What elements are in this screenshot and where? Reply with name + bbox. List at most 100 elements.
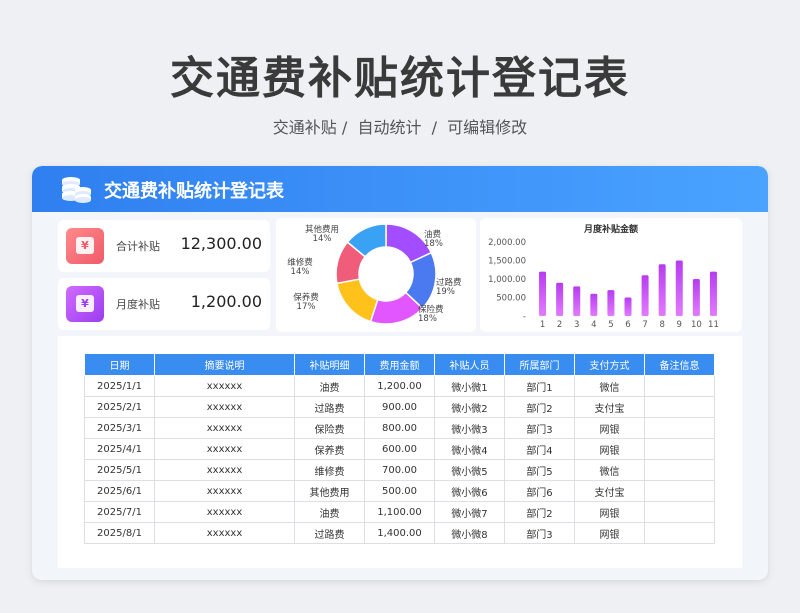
table-cell[interactable]: 微小微3 bbox=[434, 417, 505, 439]
pie-percent-label: 17% bbox=[297, 302, 316, 312]
table-cell[interactable] bbox=[644, 501, 715, 523]
table-row: 2025/3/1 xxxxxx 保险费 800.00 微小微3 部门3 网银 bbox=[84, 417, 715, 439]
table-cell[interactable]: xxxxxx bbox=[154, 438, 295, 460]
bar bbox=[675, 260, 683, 316]
table-cell[interactable]: 微信 bbox=[574, 375, 645, 397]
table-cell[interactable]: 微小微1 bbox=[434, 375, 505, 397]
table-cell[interactable]: 微信 bbox=[574, 459, 645, 481]
table-cell[interactable]: 1,100.00 bbox=[364, 501, 435, 523]
stat-total-label: 合计补贴 bbox=[116, 240, 160, 253]
table-cell[interactable]: 600.00 bbox=[364, 438, 435, 460]
table-cell[interactable]: 维修费 bbox=[294, 459, 365, 481]
table-cell[interactable]: xxxxxx bbox=[154, 417, 295, 439]
x-tick-label: 1 bbox=[540, 320, 545, 330]
table-cell[interactable]: 部门5 bbox=[504, 459, 575, 481]
x-tick-label: 2 bbox=[557, 320, 562, 330]
table-cell[interactable]: xxxxxx bbox=[154, 375, 295, 397]
table-cell[interactable]: 900.00 bbox=[364, 396, 435, 418]
table-cell[interactable]: 保险费 bbox=[294, 417, 365, 439]
yen-icon: ¥ bbox=[66, 286, 104, 322]
table-cell[interactable]: 800.00 bbox=[364, 417, 435, 439]
pie-percent-label: 19% bbox=[436, 287, 455, 297]
table-cell[interactable]: 部门3 bbox=[504, 417, 575, 439]
table-cell[interactable]: xxxxxx bbox=[154, 480, 295, 502]
column-header: 补贴明细 bbox=[294, 353, 365, 376]
table-cell[interactable]: xxxxxx bbox=[154, 459, 295, 481]
table-cell[interactable] bbox=[644, 438, 715, 460]
table-cell[interactable]: 过路费 bbox=[294, 396, 365, 418]
table-cell[interactable]: 网银 bbox=[574, 417, 645, 439]
table-cell[interactable]: 1,400.00 bbox=[364, 522, 435, 544]
table-cell[interactable]: 微小微2 bbox=[434, 396, 505, 418]
x-tick-label: 4 bbox=[591, 320, 596, 330]
table-cell[interactable]: 2025/2/1 bbox=[84, 396, 155, 418]
bar bbox=[590, 293, 598, 316]
table-cell[interactable]: 网银 bbox=[574, 438, 645, 460]
table-cell[interactable]: 部门2 bbox=[504, 501, 575, 523]
table-cell[interactable]: xxxxxx bbox=[154, 501, 295, 523]
table-cell[interactable] bbox=[644, 396, 715, 418]
table-cell[interactable]: 微小微8 bbox=[434, 522, 505, 544]
page-title: 交通费补贴统计登记表 bbox=[170, 53, 630, 104]
table-cell[interactable] bbox=[644, 480, 715, 502]
table-cell[interactable] bbox=[644, 375, 715, 397]
table-cell[interactable]: 2025/4/1 bbox=[84, 438, 155, 460]
table-cell[interactable]: 保养费 bbox=[294, 438, 365, 460]
table-row: 2025/7/1 xxxxxx 油费 1,100.00 微小微7 部门2 网银 bbox=[84, 501, 715, 523]
pie-percent-label: 18% bbox=[424, 239, 443, 249]
table-cell[interactable]: 过路费 bbox=[294, 522, 365, 544]
bar-chart-title: 月度补贴金额 bbox=[583, 223, 638, 235]
table-cell[interactable]: 500.00 bbox=[364, 480, 435, 502]
table-cell[interactable]: 部门2 bbox=[504, 396, 575, 418]
coins-icon bbox=[62, 177, 91, 203]
table-cell[interactable]: 支付宝 bbox=[574, 396, 645, 418]
pie-chart: 油费18%过路费19%保险费18%保养费17%维修费14%其他费用14% bbox=[287, 223, 462, 325]
table-cell[interactable]: 2025/5/1 bbox=[84, 459, 155, 481]
table-cell[interactable]: 油费 bbox=[294, 375, 365, 397]
table-cell[interactable]: 微小微5 bbox=[434, 459, 505, 481]
table-cell[interactable] bbox=[644, 459, 715, 481]
table-cell[interactable]: 2025/8/1 bbox=[84, 522, 155, 544]
table-cell[interactable]: xxxxxx bbox=[154, 396, 295, 418]
column-header: 日期 bbox=[84, 353, 155, 376]
pie-percent-label: 18% bbox=[418, 314, 437, 324]
table-cell[interactable]: 网银 bbox=[574, 522, 645, 544]
table-cell[interactable]: 2025/3/1 bbox=[84, 417, 155, 439]
stat-monthly: ¥ 月度补贴 1,200.00 bbox=[58, 278, 270, 330]
table-cell[interactable]: 部门6 bbox=[504, 480, 575, 502]
table-wrap: 日期 摘要说明 补贴明细 费用金额 补贴人员 所属部门 支付方式 备注信息 2025/1/1 x… bbox=[84, 353, 715, 544]
pie-chart-panel: 油费 18% 过路费 19% 保险费 18% 保养费 17% 维修费 14% 其他费用 14% bbox=[276, 218, 476, 332]
bar bbox=[641, 275, 649, 316]
table-cell[interactable] bbox=[644, 417, 715, 439]
table-cell[interactable]: 2025/7/1 bbox=[84, 501, 155, 523]
table-cell[interactable]: 700.00 bbox=[364, 459, 435, 481]
table-row: 2025/5/1 xxxxxx 维修费 700.00 微小微5 部门5 微信 bbox=[84, 459, 715, 481]
x-tick-label: 9 bbox=[677, 320, 682, 330]
table-cell[interactable]: 网银 bbox=[574, 501, 645, 523]
stat-monthly-value: 1,200.00 bbox=[190, 292, 262, 311]
column-header: 支付方式 bbox=[574, 353, 645, 376]
table-cell[interactable]: 部门3 bbox=[504, 522, 575, 544]
table-cell[interactable]: 2025/1/1 bbox=[84, 375, 155, 397]
table-cell[interactable]: 部门1 bbox=[504, 375, 575, 397]
x-tick-label: 8 bbox=[659, 320, 664, 330]
card-title: 交通费补贴统计登记表 bbox=[104, 181, 284, 202]
table-cell[interactable] bbox=[644, 522, 715, 544]
table-cell[interactable]: 部门4 bbox=[504, 438, 575, 460]
bar-chart: 月度补贴金额 2,000.00 1,500.00 1,000.00 500.00 - 1 2 3… bbox=[488, 223, 719, 330]
table-cell[interactable]: 微小微4 bbox=[434, 438, 505, 460]
column-header: 摘要说明 bbox=[154, 353, 295, 376]
table-cell[interactable]: 微小微7 bbox=[434, 501, 505, 523]
table-cell[interactable]: 其他费用 bbox=[294, 480, 365, 502]
table-cell[interactable]: 支付宝 bbox=[574, 480, 645, 502]
table-cell[interactable]: 2025/6/1 bbox=[84, 480, 155, 502]
bar bbox=[607, 290, 615, 316]
table-cell[interactable]: 1,200.00 bbox=[364, 375, 435, 397]
stat-total-value: 12,300.00 bbox=[180, 234, 262, 253]
table-cell[interactable]: 油费 bbox=[294, 501, 365, 523]
table-cell[interactable]: xxxxxx bbox=[154, 522, 295, 544]
table-cell[interactable]: 微小微6 bbox=[434, 480, 505, 502]
card-header: 交通费补贴统计登记表 bbox=[32, 166, 768, 212]
bar bbox=[573, 286, 581, 316]
bar bbox=[658, 264, 666, 316]
